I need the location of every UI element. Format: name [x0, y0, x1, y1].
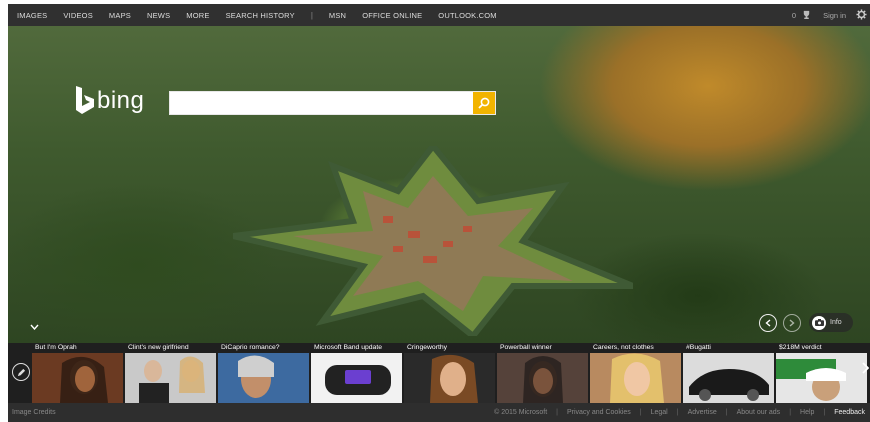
- news-caption: Careers, not clothes: [593, 344, 654, 351]
- info-button[interactable]: Info: [809, 313, 853, 332]
- news-thumbnail: [32, 353, 123, 403]
- search-icon: [478, 97, 490, 109]
- nav-more[interactable]: MORE: [186, 11, 209, 20]
- help-link[interactable]: Help: [800, 409, 814, 416]
- footer-links: © 2015 Microsoft | Privacy and Cookies |…: [485, 409, 865, 416]
- news-tile[interactable]: $218M verdict: [776, 343, 867, 403]
- scope-nav: IMAGES VIDEOS MAPS NEWS MORE SEARCH HIST…: [8, 4, 513, 26]
- news-thumbnail: [683, 353, 774, 403]
- news-tile[interactable]: Cringeworthy: [404, 343, 495, 403]
- news-caption: Microsoft Band update: [314, 344, 383, 351]
- nav-msn[interactable]: MSN: [329, 11, 346, 20]
- footer-separator: |: [676, 409, 679, 416]
- news-caption: Clint's new girlfriend: [128, 344, 189, 351]
- footer-separator: |: [789, 409, 792, 416]
- settings-gear-icon[interactable]: [856, 8, 867, 22]
- nav-search-history[interactable]: SEARCH HISTORY: [226, 11, 295, 20]
- nav-videos[interactable]: VIDEOS: [63, 11, 93, 20]
- about-ads-link[interactable]: About our ads: [737, 409, 781, 416]
- news-thumbnail: [311, 353, 402, 403]
- nav-news[interactable]: NEWS: [147, 11, 170, 20]
- news-caption: $218M verdict: [779, 344, 822, 351]
- nav-maps[interactable]: MAPS: [109, 11, 131, 20]
- news-tile[interactable]: Clint's new girlfriend: [125, 343, 216, 403]
- star-fort-graphic: [233, 146, 633, 336]
- footer: Image Credits © 2015 Microsoft | Privacy…: [8, 403, 870, 422]
- legal-link[interactable]: Legal: [651, 409, 668, 416]
- nav-office-online[interactable]: OFFICE ONLINE: [362, 11, 422, 20]
- customize-pencil-icon[interactable]: [12, 363, 30, 381]
- news-thumbnail: [218, 353, 309, 403]
- news-tile[interactable]: DiCaprio romance?: [218, 343, 309, 403]
- advertise-link[interactable]: Advertise: [688, 409, 717, 416]
- nav-separator: |: [310, 10, 313, 20]
- footer-separator: |: [823, 409, 826, 416]
- nav-images[interactable]: IMAGES: [17, 11, 47, 20]
- nav-outlook[interactable]: OUTLOOK.COM: [438, 11, 496, 20]
- top-navigation-bar: IMAGES VIDEOS MAPS NEWS MORE SEARCH HIST…: [8, 4, 870, 26]
- news-tile[interactable]: #Bugatti: [683, 343, 774, 403]
- bing-homepage: IMAGES VIDEOS MAPS NEWS MORE SEARCH HIST…: [8, 4, 870, 422]
- image-credits-link[interactable]: Image Credits: [12, 409, 56, 416]
- footer-separator: |: [639, 409, 642, 416]
- news-tile[interactable]: Microsoft Band update: [311, 343, 402, 403]
- info-label: Info: [830, 319, 842, 326]
- news-thumbnail: [776, 353, 867, 403]
- footer-separator: |: [556, 409, 558, 416]
- news-thumbnail: [497, 353, 588, 403]
- chevron-left-icon: [765, 319, 771, 327]
- chevron-right-icon: [789, 319, 795, 327]
- news-tile[interactable]: Powerball winner: [497, 343, 588, 403]
- previous-image-button[interactable]: [759, 314, 777, 332]
- news-thumbnail: [125, 353, 216, 403]
- footer-separator: |: [725, 409, 728, 416]
- rewards-count: 0: [791, 10, 797, 20]
- background-hero-image: bing Info: [8, 26, 870, 343]
- news-caption: But I'm Oprah: [35, 344, 77, 351]
- news-tile[interactable]: Careers, not clothes: [590, 343, 681, 403]
- bing-logo[interactable]: bing: [74, 86, 144, 116]
- news-thumbnail: [404, 353, 495, 403]
- bing-b-icon: [76, 86, 94, 114]
- chevron-right-icon[interactable]: [862, 361, 870, 377]
- news-caption: #Bugatti: [686, 344, 711, 351]
- news-tile[interactable]: But I'm Oprah: [32, 343, 123, 403]
- search-input[interactable]: [174, 93, 478, 115]
- news-caption: Powerball winner: [500, 344, 552, 351]
- copyright: © 2015 Microsoft: [494, 409, 548, 416]
- search-box: [169, 91, 496, 115]
- privacy-link[interactable]: Privacy and Cookies: [567, 409, 631, 416]
- news-thumbnail: [590, 353, 681, 403]
- news-carousel: But I'm Oprah Clint's new girlfriend DiC…: [8, 343, 870, 403]
- news-caption: Cringeworthy: [407, 344, 448, 351]
- chevron-down-icon[interactable]: [30, 322, 39, 333]
- search-button[interactable]: [473, 92, 495, 114]
- next-image-button[interactable]: [783, 314, 801, 332]
- trophy-icon[interactable]: [802, 10, 811, 21]
- account-area: 0 Sign in: [786, 4, 867, 26]
- bing-wordmark: bing: [97, 87, 145, 114]
- feedback-link[interactable]: Feedback: [834, 409, 865, 416]
- news-caption: DiCaprio romance?: [221, 344, 280, 351]
- camera-icon: [812, 315, 826, 330]
- sign-in-link[interactable]: Sign in: [823, 11, 846, 20]
